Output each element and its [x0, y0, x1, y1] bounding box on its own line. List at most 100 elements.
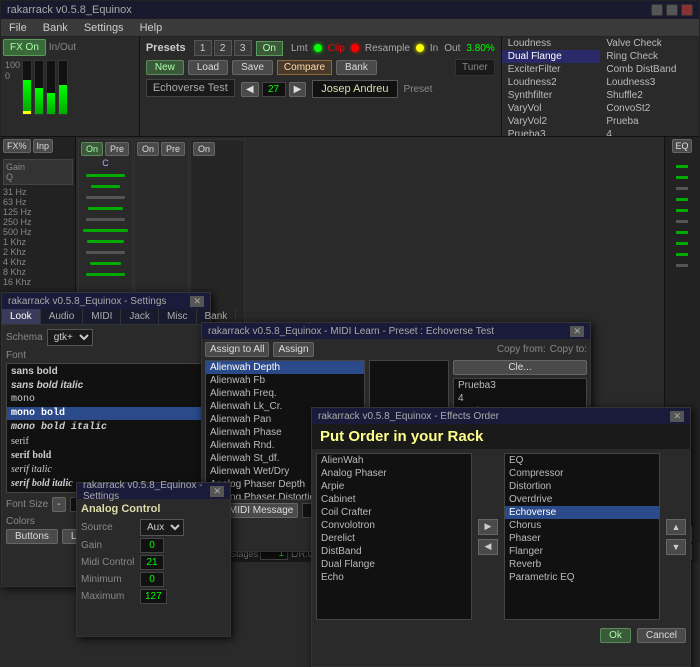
schema-select[interactable]: gtk+ — [47, 329, 93, 346]
available-effects-list[interactable]: AlienWah Analog Phaser Arpie Cabinet Coi… — [316, 453, 472, 620]
fx-echo[interactable]: Echo — [317, 571, 471, 584]
assign-btn[interactable]: Assign — [273, 342, 313, 357]
source-select[interactable]: Aux — [140, 519, 184, 536]
tab-audio[interactable]: Audio — [41, 309, 84, 324]
tab-midi[interactable]: MIDI — [83, 309, 121, 324]
strip2-on[interactable]: On — [137, 142, 159, 156]
menu-settings[interactable]: Settings — [80, 21, 128, 35]
font-serif-bold[interactable]: serif bold — [7, 449, 205, 462]
move-up-btn[interactable]: ▲ — [666, 519, 686, 535]
param-alienwah-depth[interactable]: Alienwah Depth — [206, 361, 364, 374]
bank-item-exciter[interactable]: ExciterFilter — [502, 63, 601, 76]
fx-dual-flange[interactable]: Dual Flange — [317, 558, 471, 571]
fx-convolotron[interactable]: Convolotron — [317, 519, 471, 532]
load-button[interactable]: Load — [188, 60, 228, 75]
rack-parametric-eq[interactable]: Parametric EQ — [505, 571, 659, 584]
font-mono[interactable]: mono — [7, 393, 205, 406]
move-left-btn[interactable]: ◀ — [478, 539, 498, 555]
bank-item-shuffle2[interactable]: Shuffle2 — [600, 89, 699, 102]
rack-phaser[interactable]: Phaser — [505, 532, 659, 545]
font-serif-italic[interactable]: serif italic — [7, 463, 205, 476]
bank-item-dual-flange[interactable]: Dual Flange — [502, 50, 601, 63]
preset-num-3[interactable]: 3 — [234, 40, 252, 56]
bank-item-ring[interactable]: Ring Check — [600, 50, 699, 63]
prev-preset[interactable]: ◀ — [241, 82, 259, 97]
font-sans-bold-italic[interactable]: sans bold italic — [7, 379, 205, 392]
rack-reverb[interactable]: Reverb — [505, 558, 659, 571]
midi-learn-close[interactable]: ✕ — [570, 326, 584, 337]
strip3-on[interactable]: On — [193, 142, 215, 156]
font-size-minus[interactable]: - — [52, 497, 65, 512]
strip1-on[interactable]: On — [81, 142, 103, 156]
bank-item-comb[interactable]: Comb DistBand — [600, 63, 699, 76]
bank-item-synthfilter[interactable]: Synthfilter — [502, 89, 601, 102]
bank-item-varyvol[interactable]: VaryVol — [502, 102, 601, 115]
font-serif[interactable]: serif — [7, 435, 205, 448]
font-mono-bold[interactable]: mono bold — [7, 407, 205, 420]
fx-coil[interactable]: Coil Crafter — [317, 506, 471, 519]
on-button[interactable]: On — [256, 41, 283, 56]
bank-item-4[interactable]: 4 — [600, 128, 699, 136]
param-alienwah-fb[interactable]: Alienwah Fb — [206, 374, 364, 387]
fx-on-button[interactable]: FX On — [3, 39, 46, 56]
menu-file[interactable]: File — [5, 21, 31, 35]
bank-item-varyvol2[interactable]: VaryVol2 — [502, 115, 601, 128]
clear-btn[interactable]: Cle... — [453, 360, 587, 375]
new-button[interactable]: New — [146, 60, 184, 75]
tab-look[interactable]: Look — [2, 309, 41, 324]
preset-num-2[interactable]: 2 — [214, 40, 232, 56]
strip2-pre[interactable]: Pre — [161, 142, 185, 156]
buttons-btn[interactable]: Buttons — [6, 529, 58, 544]
rack-chorus[interactable]: Chorus — [505, 519, 659, 532]
bank-item-loudness3[interactable]: Loudness3 — [600, 76, 699, 89]
copy-from-prueba3[interactable]: Prueba3 — [454, 379, 586, 392]
settings-close[interactable]: ✕ — [190, 296, 204, 307]
inp-btn-left[interactable]: Inp — [33, 139, 54, 153]
tab-jack[interactable]: Jack — [121, 309, 159, 324]
close-btn[interactable] — [681, 4, 693, 16]
rack-eq[interactable]: EQ — [505, 454, 659, 467]
fx-arpie[interactable]: Arpie — [317, 480, 471, 493]
rack-distortion[interactable]: Distortion — [505, 480, 659, 493]
assign-all-btn[interactable]: Assign to All — [205, 342, 269, 357]
rack-flanger[interactable]: Flanger — [505, 545, 659, 558]
bank-item-loudness2[interactable]: Loudness2 — [502, 76, 601, 89]
bank-item-loudness[interactable]: Loudness — [502, 37, 601, 50]
menu-bank[interactable]: Bank — [39, 21, 72, 35]
effects-ok-btn[interactable]: Ok — [600, 628, 631, 643]
move-right-btn[interactable]: ▶ — [478, 519, 498, 535]
strip1-pre[interactable]: Pre — [105, 142, 129, 156]
save-button[interactable]: Save — [232, 60, 273, 75]
bank-item-convost2[interactable]: ConvoSt2 — [600, 102, 699, 115]
fx-btn-left[interactable]: FX% — [3, 139, 31, 153]
bank-item-prueba3[interactable]: Prueba3 — [502, 128, 601, 136]
font-sans-bold[interactable]: sans bold — [7, 365, 205, 378]
fx-cabinet[interactable]: Cabinet — [317, 493, 471, 506]
fx-alienwah[interactable]: AlienWah — [317, 454, 471, 467]
rack-echoverse[interactable]: Echoverse — [505, 506, 659, 519]
fx-analog-phaser[interactable]: Analog Phaser — [317, 467, 471, 480]
copy-from-4[interactable]: 4 — [454, 392, 586, 405]
effects-cancel-btn[interactable]: Cancel — [637, 628, 686, 643]
menu-help[interactable]: Help — [136, 21, 167, 35]
rack-compressor[interactable]: Compressor — [505, 467, 659, 480]
rack-effects-list[interactable]: EQ Compressor Distortion Overdrive Echov… — [504, 453, 660, 620]
fx-distband[interactable]: DistBand — [317, 545, 471, 558]
bank-item-valve[interactable]: Valve Check — [600, 37, 699, 50]
font-mono-bold-italic[interactable]: mono bold italic — [7, 421, 205, 434]
param-alienwah-freq[interactable]: Alienwah Freq. — [206, 387, 364, 400]
bank-item-prueba[interactable]: Prueba — [600, 115, 699, 128]
preset-num-1[interactable]: 1 — [194, 40, 212, 56]
rack-overdrive[interactable]: Overdrive — [505, 493, 659, 506]
maximize-btn[interactable] — [666, 4, 678, 16]
eq-btn-right[interactable]: EQ — [672, 139, 691, 153]
tab-misc[interactable]: Misc — [159, 309, 197, 324]
fx-derelict[interactable]: Derelict — [317, 532, 471, 545]
next-preset[interactable]: ▶ — [289, 82, 307, 97]
bank-button[interactable]: Bank — [336, 60, 377, 75]
effects-order-close[interactable]: ✕ — [670, 411, 684, 422]
minimize-btn[interactable] — [651, 4, 663, 16]
analog-close[interactable]: ✕ — [210, 486, 224, 497]
move-down-btn[interactable]: ▼ — [666, 539, 686, 555]
compare-button[interactable]: Compare — [277, 60, 332, 75]
